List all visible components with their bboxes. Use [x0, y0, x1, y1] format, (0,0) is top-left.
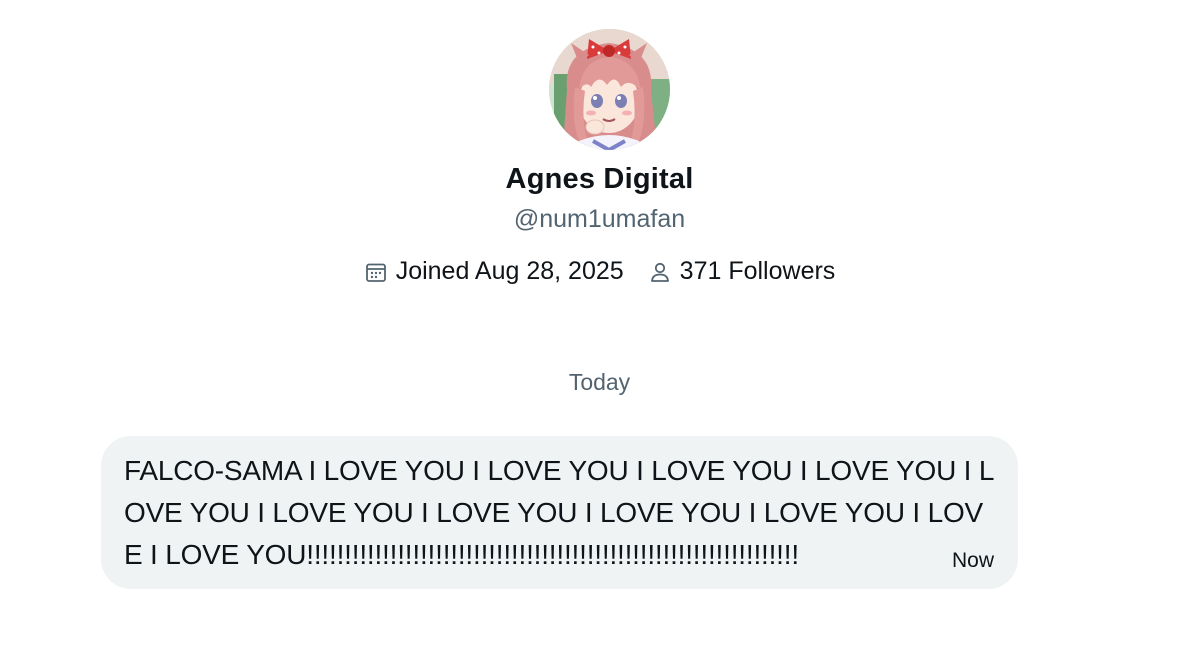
followers-count[interactable]: 371 Followers [648, 257, 836, 286]
dm-conversation-page: Agnes Digital @num1umafan Joined Aug 28,… [0, 0, 1199, 652]
message-text: FALCO-SAMA I LOVE YOU I LOVE YOU I LOVE … [124, 455, 995, 570]
calendar-icon [365, 263, 386, 282]
followers-count-text[interactable]: 371 Followers [680, 257, 836, 286]
message-bubble[interactable]: FALCO-SAMA I LOVE YOU I LOVE YOU I LOVE … [101, 436, 1018, 589]
avatar-illustration [549, 29, 670, 150]
profile-display-name[interactable]: Agnes Digital [0, 163, 1199, 196]
message-timestamp: Now [951, 549, 994, 572]
profile-handle[interactable]: @num1umafan [0, 205, 1199, 234]
joined-date-text: Joined Aug 28, 2025 [395, 257, 624, 285]
avatar[interactable] [549, 29, 670, 150]
profile-meta-row: Joined Aug 28, 2025 371 Followers [0, 257, 1199, 286]
date-separator: Today [568, 369, 631, 395]
person-icon [650, 262, 669, 282]
joined-date: Joined Aug 28, 2025 [364, 257, 624, 286]
